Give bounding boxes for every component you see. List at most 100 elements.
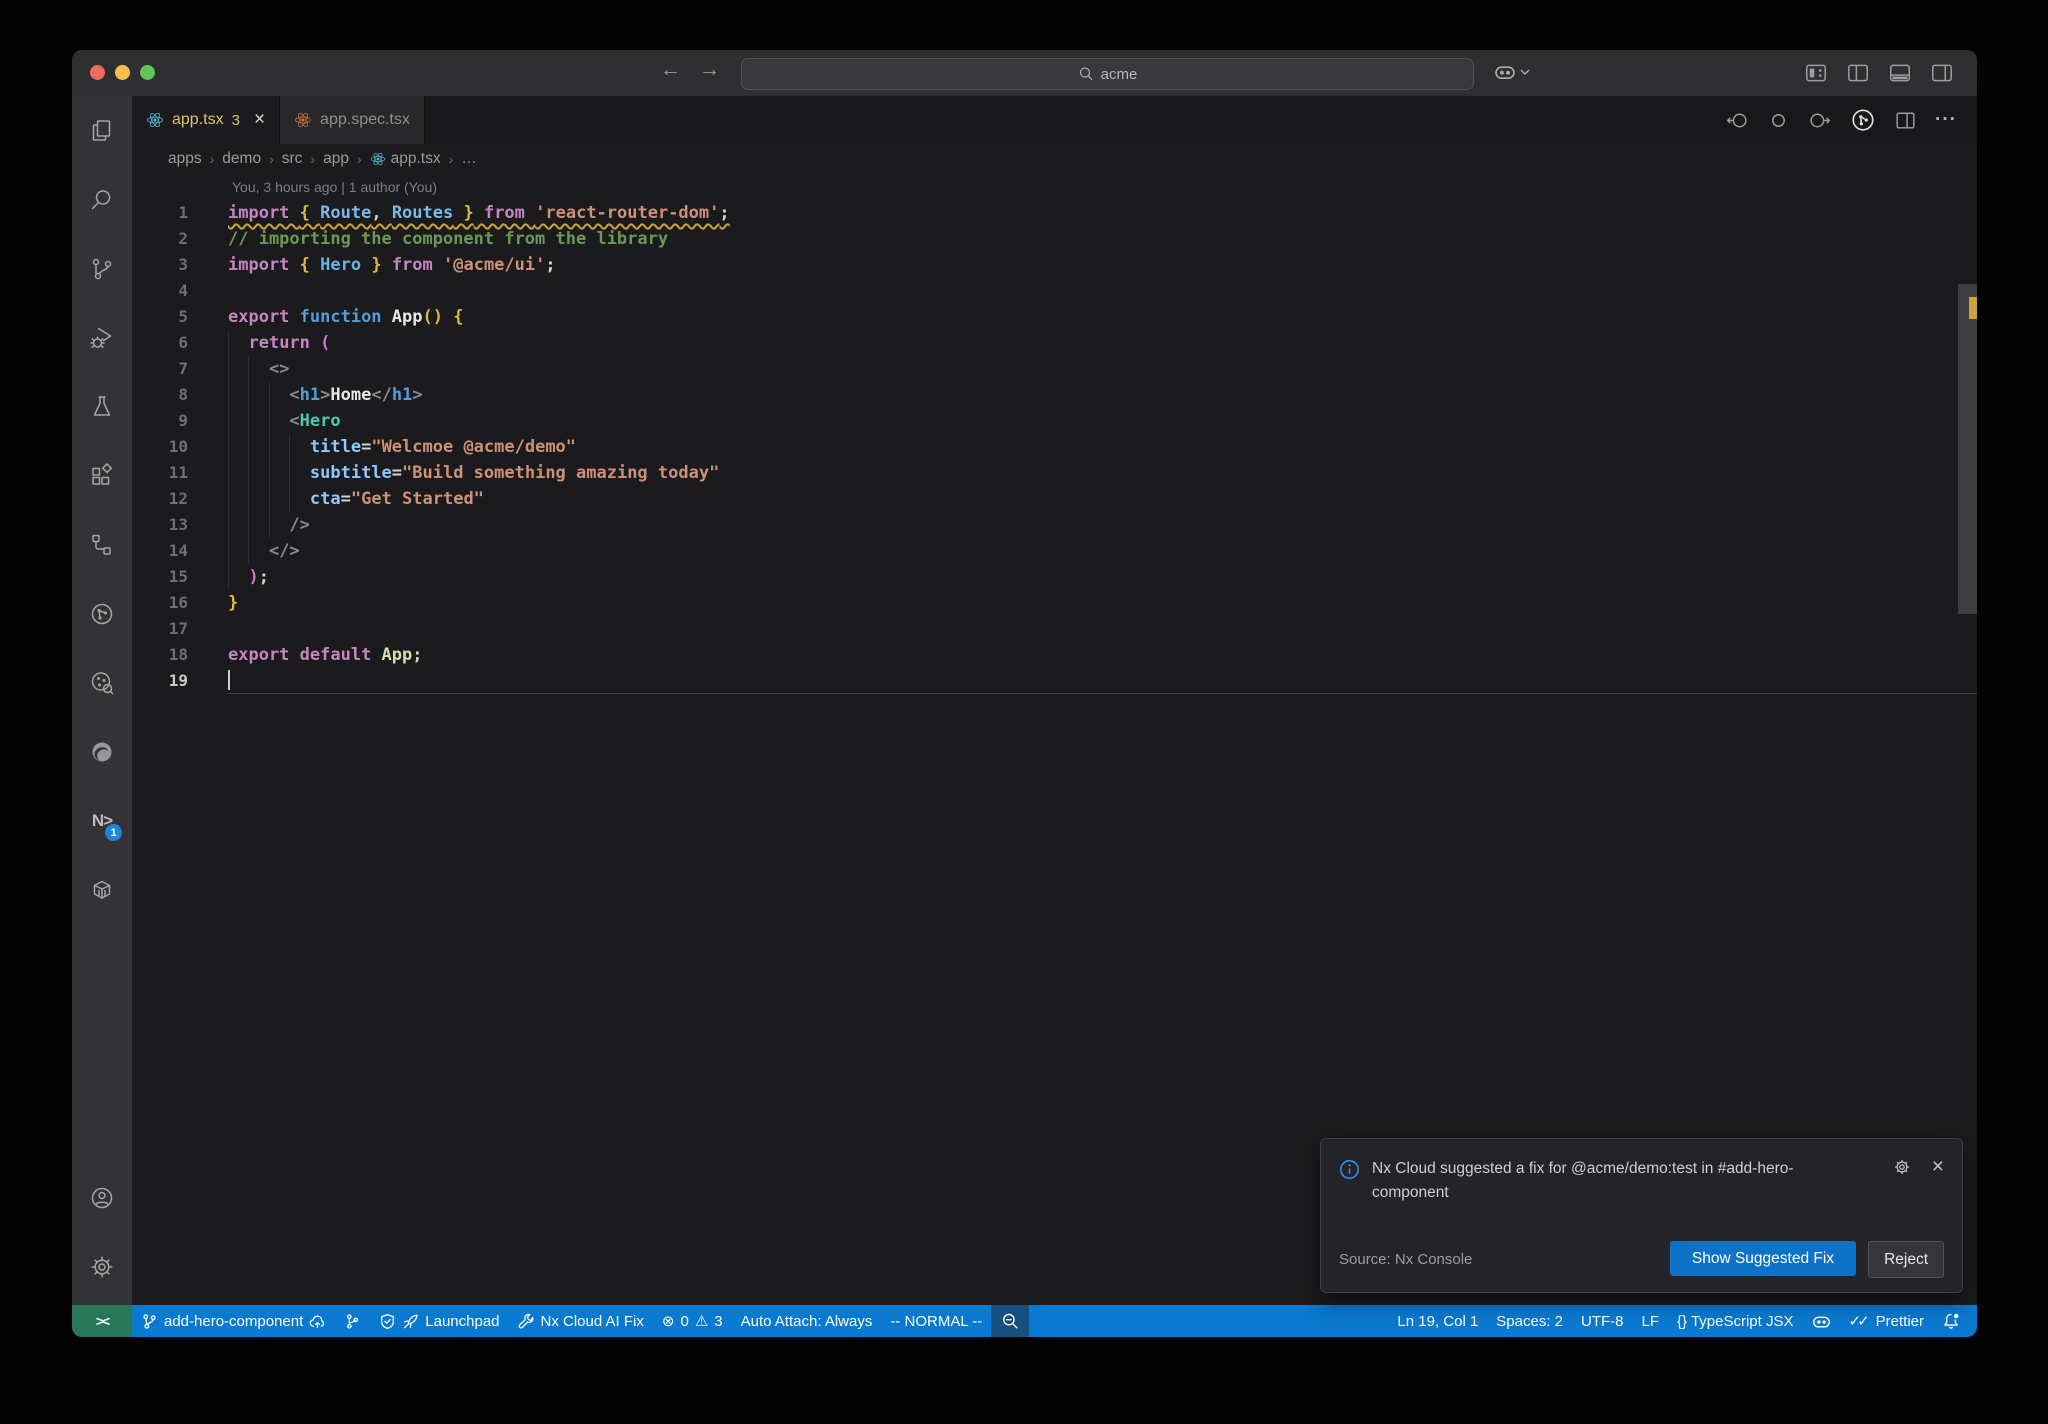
sidebar-item-edge-browser[interactable] bbox=[72, 717, 132, 786]
zoom-indicator-item[interactable] bbox=[991, 1305, 1030, 1337]
sidebar-item-search[interactable] bbox=[72, 165, 132, 234]
sidebar-item-explorer[interactable] bbox=[72, 96, 132, 165]
code-line[interactable]: 16} bbox=[132, 590, 1977, 616]
code-token: ( bbox=[320, 333, 331, 353]
sidebar-item-container[interactable] bbox=[72, 855, 132, 924]
sidebar-item-run-debug[interactable] bbox=[72, 303, 132, 372]
code-token: export bbox=[228, 645, 300, 665]
sidebar-item-nx-graph[interactable] bbox=[72, 579, 132, 648]
toggle-secondary-sidebar-icon[interactable] bbox=[1929, 60, 1955, 86]
code-token: < bbox=[289, 385, 300, 405]
next-change-icon[interactable] bbox=[1808, 108, 1833, 133]
nx-cloud-ai-fix-item[interactable]: Nx Cloud AI Fix bbox=[509, 1305, 653, 1337]
code-line[interactable]: 13 /> bbox=[132, 512, 1977, 538]
account-button[interactable] bbox=[72, 1163, 132, 1232]
indent-guide bbox=[228, 408, 229, 434]
toggle-primary-sidebar-icon[interactable] bbox=[1845, 60, 1871, 86]
code-line[interactable]: 9 <Hero bbox=[132, 408, 1977, 434]
tab-app-tsx[interactable]: app.tsx 3 × bbox=[132, 96, 281, 144]
code-line[interactable]: 3 import { Hero } from '@acme/ui'; bbox=[132, 252, 1977, 278]
code-token: App bbox=[381, 645, 413, 665]
more-actions-icon[interactable]: ··· bbox=[1935, 109, 1957, 131]
remote-indicator[interactable]: >< bbox=[72, 1305, 132, 1337]
code-line[interactable]: 7 <> bbox=[132, 356, 1977, 382]
auto-attach-item[interactable]: Auto Attach: Always bbox=[732, 1305, 882, 1337]
vim-mode-item[interactable]: -- NORMAL -- bbox=[881, 1305, 991, 1337]
code-token: title bbox=[309, 437, 362, 457]
scrollbar-slider[interactable] bbox=[1958, 284, 1977, 614]
launchpad-item[interactable]: Launchpad bbox=[370, 1305, 508, 1337]
indent-guide bbox=[248, 356, 250, 382]
close-tab-icon[interactable]: × bbox=[254, 109, 265, 131]
nx-graph-action-icon[interactable] bbox=[1850, 107, 1876, 133]
activity-bar: N> 1 bbox=[72, 96, 132, 1305]
close-icon[interactable]: × bbox=[1932, 1156, 1944, 1177]
line-number: 19 bbox=[168, 671, 188, 690]
git-branch-item[interactable]: add-hero-component bbox=[132, 1305, 335, 1337]
line-number: 14 bbox=[168, 541, 188, 560]
code-line[interactable]: 2 // importing the component from the lib… bbox=[132, 226, 1977, 252]
breadcrumb-item[interactable]: apps bbox=[168, 150, 202, 168]
code-line[interactable]: 11 subtitle="Build something amazing tod… bbox=[132, 460, 1977, 486]
desktop: ← → acme N> 1 app.tsx 3 × app.spec.tsx ·… bbox=[0, 0, 2048, 1424]
zoom-window-button[interactable] bbox=[140, 65, 155, 80]
sidebar-item-nx-console[interactable]: N> 1 bbox=[72, 786, 132, 855]
navigate-forward-button[interactable]: → bbox=[699, 58, 720, 82]
git-blame-annotation[interactable]: You, 3 hours ago | 1 author (You) bbox=[132, 174, 1977, 200]
copilot-menu-button[interactable] bbox=[1494, 61, 1530, 83]
copilot-status-item[interactable] bbox=[1803, 1305, 1840, 1337]
code-line[interactable]: 15 ); bbox=[132, 564, 1977, 590]
code-token: ; bbox=[545, 255, 556, 275]
copilot-icon bbox=[1812, 1316, 1830, 1328]
code-line[interactable]: 8 <h1>Home</h1> bbox=[132, 382, 1977, 408]
breadcrumb-file[interactable]: app.tsx bbox=[370, 150, 441, 168]
code-line[interactable]: 18 export default App; bbox=[132, 642, 1977, 668]
cursor-position-item[interactable]: Ln 19, Col 1 bbox=[1388, 1305, 1487, 1337]
sidebar-item-source-control[interactable] bbox=[72, 234, 132, 303]
tab-app-spec-tsx[interactable]: app.spec.tsx bbox=[280, 96, 425, 144]
sidebar-item-extensions[interactable] bbox=[72, 441, 132, 510]
account-icon bbox=[91, 1187, 113, 1208]
eol-item[interactable]: LF bbox=[1633, 1305, 1669, 1337]
explorer-icon bbox=[92, 119, 111, 141]
code-line[interactable]: 14 </> bbox=[132, 538, 1977, 564]
code-line[interactable]: 5 export function App() { bbox=[132, 304, 1977, 330]
indent-guide bbox=[248, 486, 250, 512]
minimize-window-button[interactable] bbox=[115, 65, 130, 80]
current-change-icon[interactable] bbox=[1766, 108, 1791, 133]
gear-icon[interactable] bbox=[1892, 1157, 1912, 1177]
breadcrumb-item[interactable]: app bbox=[323, 150, 349, 168]
breadcrumb-more[interactable]: … bbox=[461, 150, 477, 168]
breadcrumb-item[interactable]: src bbox=[282, 150, 303, 168]
previous-change-icon[interactable] bbox=[1724, 108, 1749, 133]
show-suggested-fix-button[interactable]: Show Suggested Fix bbox=[1669, 1241, 1857, 1276]
prettier-item[interactable]: ✓✓ Prettier bbox=[1840, 1305, 1934, 1337]
git-graph-item[interactable] bbox=[335, 1305, 370, 1337]
navigate-back-button[interactable]: ← bbox=[660, 58, 681, 82]
sidebar-item-references[interactable] bbox=[72, 510, 132, 579]
toggle-panel-icon[interactable] bbox=[1887, 60, 1913, 86]
notifications-bell-item[interactable] bbox=[1933, 1305, 1969, 1337]
problems-item[interactable]: ⊗ 0 ⚠ 3 bbox=[653, 1305, 732, 1337]
indentation-item[interactable]: Spaces: 2 bbox=[1487, 1305, 1572, 1337]
line-number: 18 bbox=[168, 645, 188, 664]
reject-button[interactable]: Reject bbox=[1868, 1241, 1944, 1278]
sidebar-item-nx-project-details[interactable] bbox=[72, 648, 132, 717]
code-line[interactable]: 10 title="Welcmoe @acme/demo" bbox=[132, 434, 1977, 460]
language-mode-item[interactable]: {} TypeScript JSX bbox=[1668, 1305, 1802, 1337]
encoding-item[interactable]: UTF-8 bbox=[1572, 1305, 1633, 1337]
code-line[interactable]: 1 import { Route, Routes } from 'react-ro… bbox=[132, 200, 1977, 226]
code-line[interactable]: 4 bbox=[132, 278, 1977, 304]
code-line[interactable]: 6 return ( bbox=[132, 330, 1977, 356]
command-center-search[interactable]: acme bbox=[741, 58, 1474, 90]
settings-button[interactable] bbox=[72, 1232, 132, 1301]
customize-layout-icon[interactable] bbox=[1803, 60, 1829, 86]
info-icon bbox=[1340, 1160, 1359, 1179]
code-line[interactable]: 17 bbox=[132, 616, 1977, 642]
split-editor-icon[interactable] bbox=[1893, 108, 1918, 133]
close-window-button[interactable] bbox=[90, 65, 105, 80]
breadcrumb-item[interactable]: demo bbox=[222, 150, 261, 168]
sidebar-item-testing[interactable] bbox=[72, 372, 132, 441]
code-line[interactable]: 19 bbox=[132, 668, 1977, 694]
code-line[interactable]: 12 cta="Get Started" bbox=[132, 486, 1977, 512]
